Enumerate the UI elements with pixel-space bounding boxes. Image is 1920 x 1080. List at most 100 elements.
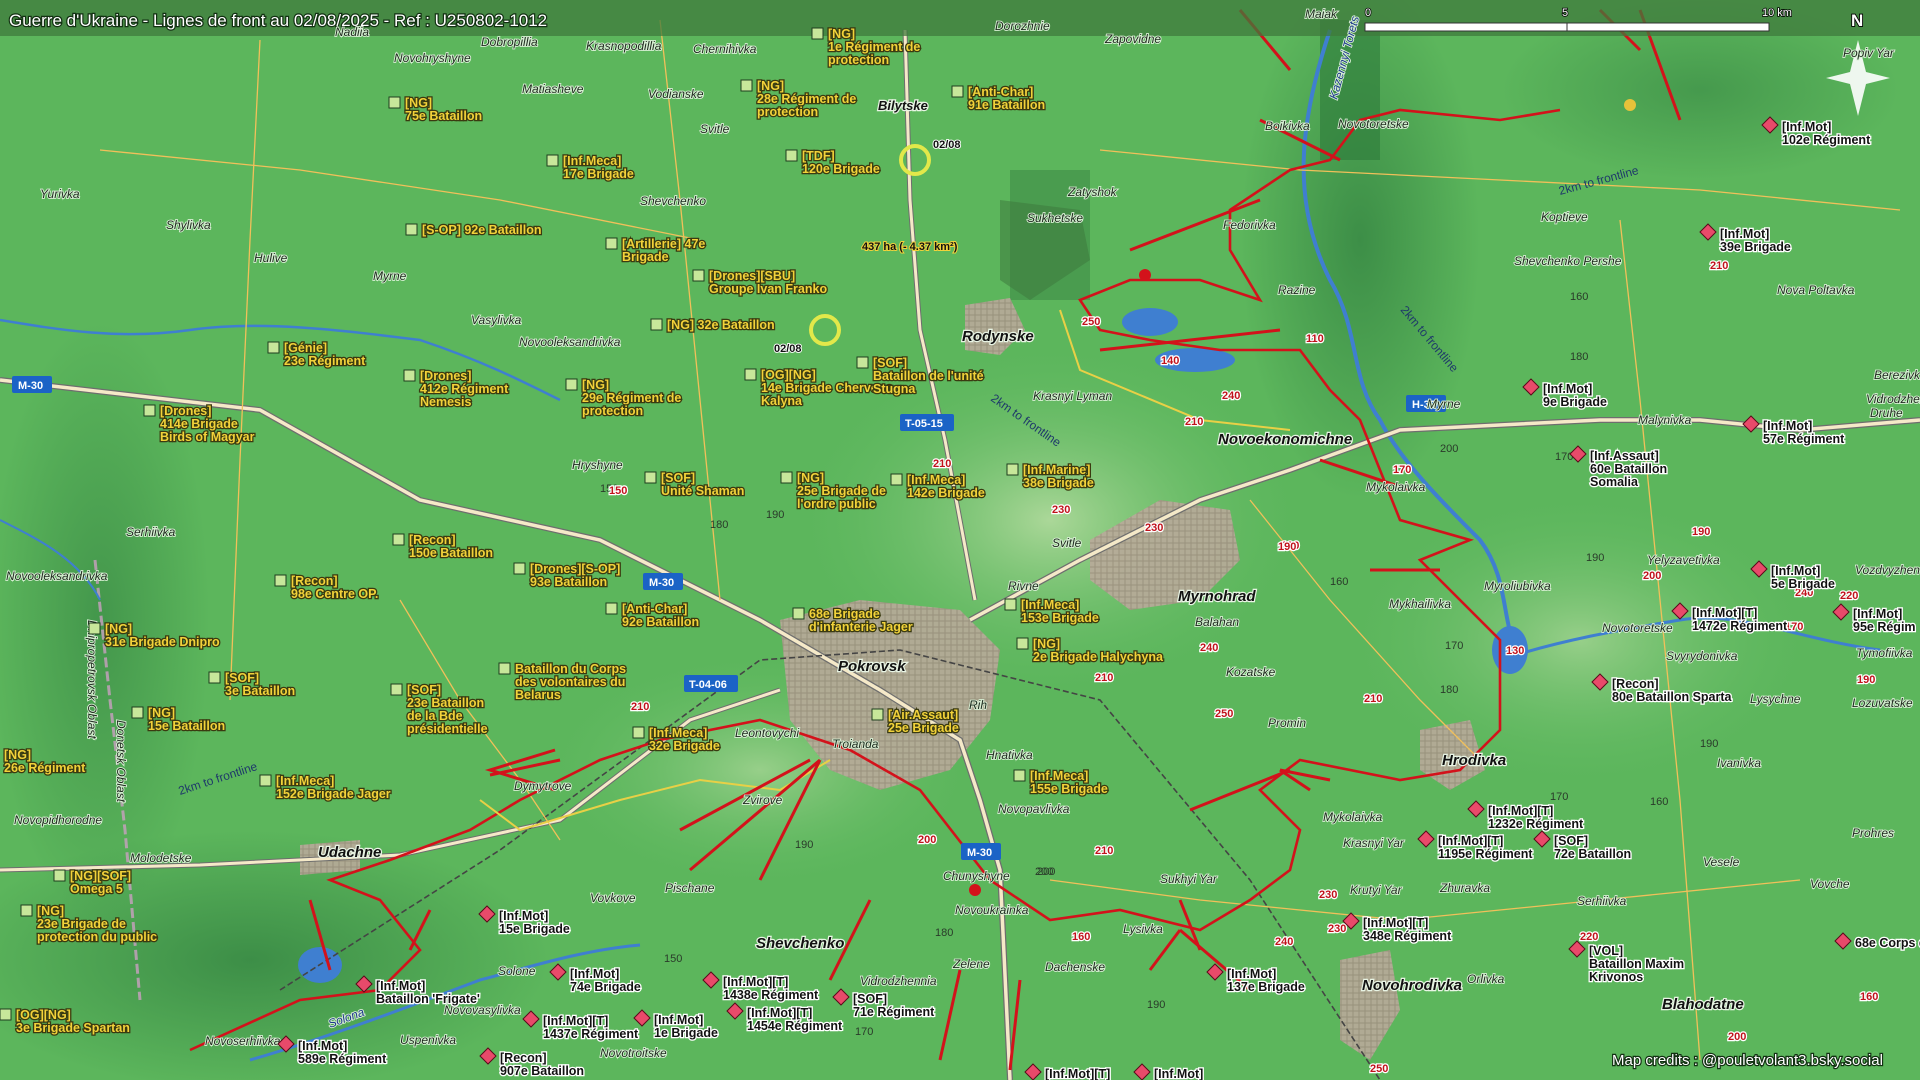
town-label: Mykolaivka xyxy=(1323,810,1383,824)
ua-unit-symbol-icon xyxy=(390,683,403,696)
altitude-highlight: 170 xyxy=(1785,621,1803,633)
ua-unit-9[interactable]: [NG] 32e Bataillon xyxy=(650,317,776,333)
altitude-highlight: 160 xyxy=(1072,931,1090,943)
altitude: 180 xyxy=(1440,684,1458,696)
unit-label-line: Groupe Ivan Franko xyxy=(709,282,827,296)
town-label: Koptieve xyxy=(1541,210,1588,224)
town-udachne: Udachne xyxy=(318,844,381,861)
altitude-highlight: 210 xyxy=(933,458,951,470)
ua-unit-symbol-icon xyxy=(565,378,578,391)
area-label: 437 ha (- 4.37 km²) xyxy=(862,241,958,253)
unit-label-line: [Inf.Mot] xyxy=(298,1039,347,1053)
unit-label-line: [NG] xyxy=(582,378,609,392)
ua-unit-symbol-icon xyxy=(53,869,66,882)
town-label: Yurivka xyxy=(40,187,80,201)
town-label: Zapovidne xyxy=(1104,32,1161,46)
unit-label-line: [NG] xyxy=(405,96,432,110)
unit-label-line: l'ordre public xyxy=(797,497,876,511)
unit-label-line: [TDF] xyxy=(802,149,835,163)
altitude: 200 xyxy=(1440,443,1458,455)
unit-label-line: [Inf.Mot][T] xyxy=(1692,606,1757,620)
altitude: 180 xyxy=(935,927,953,939)
tactical-map[interactable]: Guerre d'Ukraine - Lignes de front au 02… xyxy=(0,0,1920,1080)
town-myrnohrad: Myrnohrad xyxy=(1178,588,1256,605)
town-label: Novooleksandrivka xyxy=(519,335,621,349)
altitude-highlight: 230 xyxy=(1319,889,1337,901)
unit-label-line: [Inf.Mot] xyxy=(570,967,619,981)
town-label: Mykhailivka xyxy=(1389,597,1451,611)
unit-label-line: 75e Bataillon xyxy=(405,109,482,123)
town-label: Berezivk xyxy=(1874,368,1920,382)
unit-label-line: protection xyxy=(757,105,818,119)
town-pokrovsk: Pokrovsk xyxy=(838,658,906,675)
unit-label-line: [Inf.Meca] xyxy=(649,726,707,740)
altitude: 160 xyxy=(1570,291,1588,303)
altitude: 170 xyxy=(1550,791,1568,803)
ua-unit-symbol-icon xyxy=(208,671,221,684)
ua-unit-symbol-icon xyxy=(143,404,156,417)
town-label: Uspenivka xyxy=(400,1033,456,1047)
unit-label-line: 28e Régiment de xyxy=(757,92,856,106)
hill-shading xyxy=(1340,490,1820,790)
event-marker xyxy=(969,884,981,896)
altitude-highlight: 240 xyxy=(1222,390,1240,402)
unit-label-line: Unité Shaman xyxy=(661,484,744,498)
unit-label-line: [Anti-Char] xyxy=(968,85,1033,99)
unit-label-line: [NG] xyxy=(37,904,64,918)
altitude: 180 xyxy=(1570,351,1588,363)
unit-label-line: [NG] xyxy=(148,706,175,720)
unit-label-line: [Inf.Meca] xyxy=(1030,769,1088,783)
unit-label-line: [S-OP] 92e Bataillon xyxy=(422,223,541,237)
altitude: 190 xyxy=(1147,999,1165,1011)
unit-label-line: [NG] xyxy=(105,622,132,636)
altitude-highlight: 160 xyxy=(1860,991,1878,1003)
unit-label-line: protection xyxy=(582,404,643,418)
unit-label-line: 95e Régim xyxy=(1853,620,1916,634)
unit-label-line: 92e Bataillon xyxy=(622,615,699,629)
unit-label-line: [Inf.Mot] xyxy=(1853,607,1902,621)
ua-unit-6[interactable]: [S-OP] 92e Bataillon xyxy=(405,222,543,238)
town-label: Troianda xyxy=(832,737,879,751)
ua-unit-symbol-icon xyxy=(403,369,416,382)
town-label: Svyrydonivka xyxy=(1666,649,1738,663)
town-label: Nadiia xyxy=(335,25,369,39)
town-label: Zvirove xyxy=(742,793,783,807)
town-label: Nova Poltavka xyxy=(1777,283,1855,297)
unit-label-line: [SOF] xyxy=(225,671,259,685)
town-label: Pischane xyxy=(665,881,715,895)
ua-unit-symbol-icon xyxy=(792,607,805,620)
unit-label-line: 153e Brigade xyxy=(1021,611,1099,625)
town-label: Serhiivka xyxy=(126,525,176,539)
ua-unit-symbol-icon xyxy=(131,706,144,719)
unit-label-line: 15e Bataillon xyxy=(148,719,225,733)
ua-unit-symbol-icon xyxy=(546,154,559,167)
town-label: Sukhetske xyxy=(1027,211,1083,225)
unit-label-line: 3e Brigade Spartan xyxy=(16,1021,130,1035)
ua-unit-symbol-icon xyxy=(1004,598,1017,611)
ru-unit-27[interactable]: [Inf.Mot] xyxy=(1133,1063,1205,1080)
unit-label-line: 1e Brigade xyxy=(654,1026,718,1040)
ua-unit-symbol-icon xyxy=(740,79,753,92)
unit-label-line: [NG] xyxy=(1033,637,1060,651)
ua-unit-symbol-icon xyxy=(744,368,757,381)
road-shield-m30: M-30 xyxy=(967,847,992,859)
unit-label-line: 93e Bataillon xyxy=(530,575,607,589)
road-shield-m30: M-30 xyxy=(18,380,43,392)
town-label: Shylivka xyxy=(166,218,211,232)
town-label: Razine xyxy=(1278,283,1316,297)
ua-unit-22[interactable]: [Drones][S-OP]93e Bataillon xyxy=(513,561,622,590)
unit-label-line: Stugna xyxy=(873,382,916,396)
unit-label-line: 26e Régiment xyxy=(4,761,86,775)
unit-label-line: [Inf.Mot] xyxy=(1763,419,1812,433)
unit-label-line: [Anti-Char] xyxy=(622,602,687,616)
town-label: Rivne xyxy=(1008,579,1039,593)
town-label: Novoserhiivka xyxy=(205,1034,281,1048)
scale-label-10: 10 km xyxy=(1762,7,1792,19)
ua-unit-symbol-icon xyxy=(267,341,280,354)
altitude: 190 xyxy=(766,509,784,521)
altitude-highlight: 110 xyxy=(1306,333,1324,345)
altitude-highlight: 220 xyxy=(1840,590,1858,602)
unit-label-line: 23e Bataillon xyxy=(407,696,484,710)
town-bilytske: Bilytske xyxy=(878,98,928,113)
town-label: Dachenske xyxy=(1045,960,1105,974)
